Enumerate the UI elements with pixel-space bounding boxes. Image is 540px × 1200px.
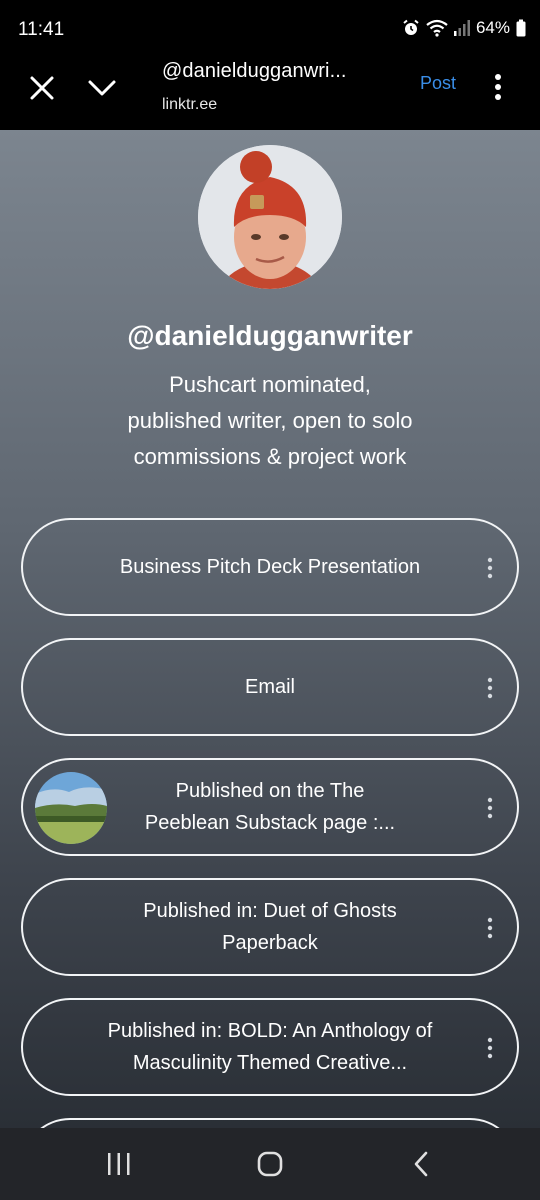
page-title: @danieldugganwri... (162, 60, 347, 82)
page-domain: linktr.ee (162, 96, 218, 113)
link-partial[interactable] (21, 1118, 519, 1128)
link-label: Published on the The Peeblean Substack p… (144, 780, 396, 834)
profile-bio: Pushcart nominated, published writer, op… (60, 367, 480, 475)
link-email[interactable]: Email (21, 638, 519, 736)
link-peeblean-substack[interactable]: Published on the The Peeblean Substack p… (21, 758, 519, 856)
post-button[interactable]: Post (420, 73, 456, 94)
link-label: Business Pitch Deck Presentation (119, 556, 421, 578)
profile-handle: @danieldugganwriter (127, 320, 413, 351)
battery-icon (516, 19, 526, 37)
recent-apps-icon[interactable] (106, 1152, 132, 1176)
more-vertical-icon[interactable] (488, 72, 508, 102)
link-label: Published in: Duet of Ghosts Paperback (143, 900, 397, 954)
linktree-page: @danieldugganwriter Pushcart nominated, … (0, 130, 540, 1128)
browser-bar: @danieldugganwri... linktr.ee Post (0, 60, 540, 130)
alarm-icon (403, 19, 419, 35)
link-business-pitch-deck[interactable]: Business Pitch Deck Presentation (21, 518, 519, 616)
system-nav-bar (0, 1128, 540, 1200)
link-label: Published in: BOLD: An Anthology of Masc… (107, 1020, 433, 1074)
status-time: 11:41 (18, 19, 65, 40)
more-vertical-icon[interactable] (485, 917, 495, 939)
bio-line: commissions & project work (133, 444, 407, 469)
link-label: Email (244, 676, 295, 698)
bio-line: Pushcart nominated, (169, 372, 371, 397)
wifi-icon (426, 19, 448, 37)
status-bar: 11:41 64% (0, 0, 540, 60)
battery-percent: 64% (475, 18, 510, 37)
status-icons: 64% (402, 18, 526, 38)
bio-line: published writer, open to solo (127, 408, 413, 433)
more-vertical-icon[interactable] (485, 797, 495, 819)
link-duet-of-ghosts[interactable]: Published in: Duet of Ghosts Paperback (21, 878, 519, 976)
close-icon[interactable] (26, 72, 58, 104)
more-vertical-icon[interactable] (485, 1037, 495, 1059)
avatar (198, 145, 342, 289)
more-vertical-icon[interactable] (485, 677, 495, 699)
back-icon[interactable] (410, 1150, 432, 1178)
chevron-down-icon[interactable] (86, 72, 118, 104)
more-vertical-icon[interactable] (485, 557, 495, 579)
link-bold-anthology[interactable]: Published in: BOLD: An Anthology of Masc… (21, 998, 519, 1096)
signal-icon (453, 20, 470, 36)
home-icon[interactable] (256, 1150, 284, 1178)
